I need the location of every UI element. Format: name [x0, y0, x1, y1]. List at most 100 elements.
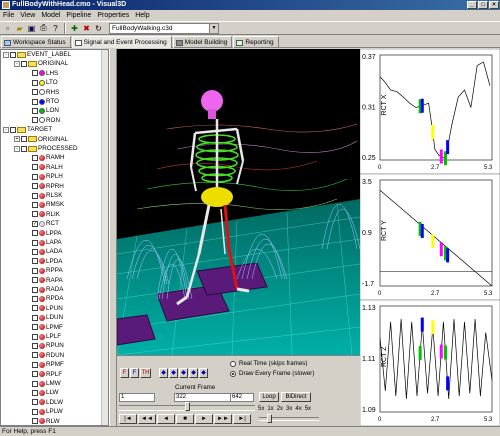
tree-item-lpun[interactable]: LPUN [25, 304, 63, 313]
last-frame-button[interactable]: ►| [233, 414, 251, 424]
speed-slider-thumb[interactable] [267, 414, 272, 423]
view-iso-1-button[interactable]: ◆ [159, 368, 168, 378]
collapse-icon[interactable]: - [14, 145, 20, 152]
view-side-button[interactable]: F [130, 368, 139, 378]
file-select[interactable]: FullBodyWalking.c3d ▼ [109, 22, 219, 34]
tree-item-lapa[interactable]: LAPA [25, 238, 62, 247]
tab-reporting[interactable]: Reporting [233, 36, 279, 48]
tree-item-rppa[interactable]: RPPA [25, 266, 63, 275]
3d-viewport[interactable] [117, 49, 360, 355]
tree-item-lplf[interactable]: LPLF [25, 332, 61, 341]
frame-slider-thumb[interactable] [185, 402, 190, 411]
tree-item-rada[interactable]: RADA [25, 285, 64, 294]
play-back-button[interactable]: ◄ [157, 414, 175, 424]
tree-item-ralh[interactable]: RALH [25, 163, 63, 172]
realtime-radio[interactable] [230, 361, 236, 367]
tree-checkbox[interactable] [32, 314, 38, 321]
tree-checkbox[interactable] [32, 305, 38, 312]
splitter[interactable] [109, 49, 117, 426]
tree-checkbox[interactable] [32, 117, 38, 124]
tree-item-rlsk[interactable]: RLSK [25, 191, 62, 200]
tree-item-ron[interactable]: RON [25, 116, 60, 125]
tree-item-rpmf[interactable]: RPMF [25, 360, 64, 369]
tree-item-lplw[interactable]: LPLW [25, 407, 63, 416]
tree-item-rto[interactable]: RTO [25, 97, 59, 106]
collapse-icon[interactable]: - [3, 51, 9, 58]
tree-item-rlw[interactable]: RLW [25, 417, 60, 425]
tree-checkbox[interactable] [32, 352, 38, 359]
tree-checkbox[interactable] [32, 408, 38, 415]
tree-item-rct[interactable]: ✓ RCT [25, 219, 59, 228]
close-button[interactable]: × [489, 1, 499, 9]
tree-checkbox[interactable] [32, 361, 38, 368]
tree-checkbox[interactable] [32, 333, 38, 340]
view-iso-3-button[interactable]: ◆ [179, 368, 188, 378]
expand-icon[interactable]: + [14, 136, 20, 143]
tree-checkbox[interactable] [32, 296, 38, 303]
tree-item-original[interactable]: - ORIGINAL [14, 59, 68, 68]
tree-checkbox[interactable] [32, 343, 38, 350]
menu-file[interactable]: File [3, 10, 14, 21]
tree-item-ramh[interactable]: RAMH [25, 153, 65, 162]
tree-checkbox[interactable] [32, 324, 38, 331]
tree-item-target[interactable]: - TARGET [3, 125, 52, 134]
current-frame-field[interactable]: 322 [174, 393, 234, 402]
tree-checkbox[interactable] [32, 277, 38, 284]
refresh-icon[interactable]: ↻ [93, 23, 104, 34]
tree-checkbox[interactable] [10, 51, 16, 58]
tree-item-llw[interactable]: LLW [25, 388, 58, 397]
view-iso-2-button[interactable]: ◆ [169, 368, 178, 378]
tree-checkbox[interactable] [21, 145, 27, 152]
end-frame-field[interactable]: 642 [230, 393, 254, 402]
tree-item-rmsk[interactable]: RMSK [25, 200, 64, 209]
tree-checkbox[interactable] [32, 164, 38, 171]
tree-item-lada[interactable]: LADA [25, 247, 62, 256]
menu-view[interactable]: View [20, 10, 35, 21]
tree-item-rplh[interactable]: RPLH [25, 172, 63, 181]
view-top-button[interactable]: TH [140, 368, 151, 378]
tree-checkbox[interactable] [32, 239, 38, 246]
tree-checkbox[interactable] [32, 192, 38, 199]
add-file-icon[interactable]: ✚ [69, 23, 80, 34]
view-front-button[interactable]: F [120, 368, 129, 378]
print-icon[interactable]: ⎙ [38, 23, 49, 34]
tree-item-original[interactable]: + ORIGINAL [14, 135, 68, 144]
start-frame-field[interactable]: 1 [119, 393, 155, 402]
tree-item-processed[interactable]: - PROCESSED [14, 144, 78, 153]
remove-file-icon[interactable]: ✖ [81, 23, 92, 34]
tree-checkbox[interactable] [32, 202, 38, 209]
tree-checkbox[interactable] [32, 211, 38, 218]
minimize-button[interactable]: _ [467, 1, 477, 9]
tree-item-ldun[interactable]: LDUN [25, 313, 63, 322]
collapse-icon[interactable]: - [14, 61, 20, 68]
menu-properties[interactable]: Properties [97, 10, 129, 21]
tree-checkbox[interactable] [32, 267, 38, 274]
tree-item-rprh[interactable]: RPRH [25, 182, 64, 191]
open-folder-icon[interactable]: ▰ [14, 23, 25, 34]
tree-item-rhs[interactable]: RHS [25, 88, 59, 97]
tree-checkbox[interactable] [32, 70, 38, 77]
stop-button[interactable]: ■ [176, 414, 194, 424]
rewind-button[interactable]: ◄◄ [138, 414, 156, 424]
tab-workspace-status[interactable]: Workspace Status [1, 36, 71, 48]
tree-checkbox[interactable] [21, 61, 27, 68]
tree-checkbox[interactable]: ✓ [32, 220, 38, 227]
tree-item-rplf[interactable]: RPLF [25, 370, 62, 379]
first-frame-button[interactable]: |◄ [119, 414, 137, 424]
tree-checkbox[interactable] [32, 155, 38, 162]
menu-pipeline[interactable]: Pipeline [66, 10, 91, 21]
view-iso-4-button[interactable]: ◆ [189, 368, 198, 378]
tree-checkbox[interactable] [10, 126, 16, 133]
tree-item-lpmf[interactable]: LPMF [25, 323, 63, 332]
tab-model-building[interactable]: Model Building [172, 36, 233, 48]
tree-scrollbar[interactable] [101, 50, 108, 425]
tree-item-rpda[interactable]: RPDA [25, 294, 64, 303]
tree-checkbox[interactable] [32, 258, 38, 265]
collapse-icon[interactable]: - [3, 126, 9, 133]
save-icon[interactable]: ▣ [26, 23, 37, 34]
tree-checkbox[interactable] [32, 89, 38, 96]
tree-checkbox[interactable] [32, 98, 38, 105]
tree-checkbox[interactable] [32, 399, 38, 406]
tree-item-lto[interactable]: LTO [25, 78, 58, 87]
tree-item-lmw[interactable]: LMW [25, 379, 61, 388]
